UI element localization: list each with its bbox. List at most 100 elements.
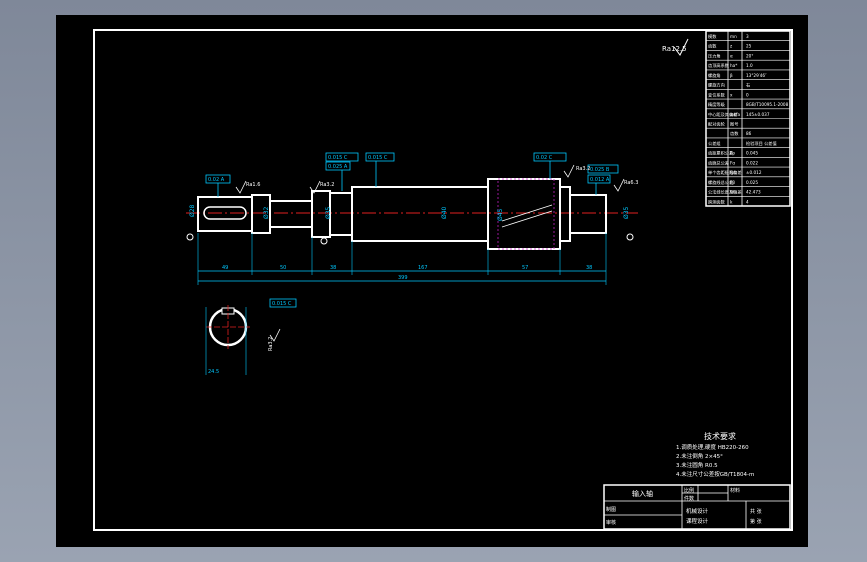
param-value: 0.025 <box>746 180 758 185</box>
param-value: 右 <box>746 82 750 89</box>
technical-requirements: 技术要求 1.调质处理,硬度 HB220-260 2.未注倒角 2×45° 3.… <box>676 431 754 478</box>
param-symbol: k <box>730 199 733 204</box>
title-checked-label: 审核 <box>606 519 616 526</box>
param-symbol: ha* <box>730 63 737 68</box>
tol-frame-5: 0.02 C <box>536 155 553 161</box>
param-label: 跨测齿数 <box>708 198 726 205</box>
param-symbol: 齿数 <box>730 130 739 137</box>
tolerance-frames: 0.02 A 0.015 C 0.025 A 0.015 C 0.02 C 0.… <box>205 152 619 197</box>
param-label: 模数 <box>708 33 717 40</box>
title-part-name: 输入轴 <box>632 489 653 498</box>
tol-frame-1: 0.02 A <box>208 177 225 183</box>
param-label: 螺旋方向 <box>708 82 725 89</box>
dia-label-5: Ø45 <box>497 208 504 221</box>
param-value: 86 <box>746 131 752 136</box>
dia-label-6: Ø35 <box>623 206 630 219</box>
dim-seg2: 50 <box>280 265 286 271</box>
param-symbol: fpt <box>730 170 736 175</box>
param-rows: 模数 mn 3 齿数 z 25 压力角 α 20° 齿顶高系数 ha* 1.0 螺旋角 β 13°29′46… <box>706 33 790 205</box>
param-label: 压力角 <box>708 52 721 59</box>
param-value: 0.045 <box>746 151 758 156</box>
section-view: 0.015 C 24.5 Ra3.2 <box>205 298 297 375</box>
dim-total: 399 <box>398 275 408 281</box>
title-design-label: 课程设计 <box>686 517 709 525</box>
title-sheet-label: 共 张 <box>750 508 762 515</box>
dim-seg6: 38 <box>586 265 592 271</box>
tech-req-heading: 技术要求 <box>704 431 736 441</box>
drawing-canvas: 模数 mn 3 齿数 z 25 压力角 α 20° 齿顶高系数 ha* 1.0 螺旋角 β 13°29′46… <box>93 29 793 531</box>
param-symbol: a±fa <box>730 112 741 117</box>
param-value: 13°29′46″ <box>746 73 767 78</box>
param-label: 单个齿距极限偏差 <box>708 169 742 176</box>
param-label: 螺旋角 <box>708 72 721 79</box>
param-value: ±0.012 <box>746 170 762 175</box>
param-label: 齿顶高系数 <box>708 62 730 69</box>
param-symbol: Fα <box>730 160 735 165</box>
param-symbol: Fp <box>730 151 735 156</box>
title-scale-label: 比例 <box>684 487 694 494</box>
param-label: 精度等级 <box>708 101 726 108</box>
title-school: 机械设计 <box>686 507 709 515</box>
tol-frame-2: 0.015 C <box>328 155 348 161</box>
param-value: 8GB/T10095.1-2008 <box>746 102 789 107</box>
param-value: 检验项目 公差值 <box>746 140 777 147</box>
general-roughness-symbol: Ra12.5 <box>662 38 689 56</box>
param-symbol: mn <box>730 34 737 39</box>
dim-seg4: 167 <box>418 265 428 271</box>
param-symbol: β <box>730 73 733 78</box>
param-label: 齿数 <box>708 43 717 50</box>
param-value: 20° <box>746 53 753 58</box>
tech-req-2: 2.未注倒角 2×45° <box>676 452 723 460</box>
rough-2: Ra3.2 <box>320 182 334 188</box>
title-block: 输入轴 比例 件数 材料 制图 审核 机械设计 课程设计 共 张 第 张 <box>603 484 791 530</box>
rough-3: Ra3.2 <box>576 166 590 172</box>
param-symbol: x <box>730 92 733 97</box>
tol-frame-7: 0.012 A <box>590 177 610 183</box>
shaft-outline <box>197 178 607 250</box>
param-symbol: 图号 <box>730 122 738 128</box>
general-roughness-label: Ra12.5 <box>662 45 687 53</box>
section-rough: Ra3.2 <box>268 337 274 351</box>
section-tol: 0.015 C <box>272 301 292 307</box>
param-label: 公差组 <box>708 140 721 146</box>
tol-frame-4: 0.015 C <box>368 155 388 161</box>
title-material-label: 材料 <box>730 487 740 494</box>
param-value: 42.473 <box>746 190 761 195</box>
param-value: 145±0.037 <box>746 112 770 117</box>
param-symbol: z <box>730 44 733 49</box>
tol-frame-3: 0.025 A <box>328 164 348 170</box>
cad-viewport: 模数 mn 3 齿数 z 25 压力角 α 20° 齿顶高系数 ha* 1.0 螺旋角 β 13°29′46… <box>0 0 867 562</box>
param-label: 变位系数 <box>708 91 726 98</box>
tol-frame-6: 0.025 B <box>590 167 610 173</box>
dia-label-3: Ø35 <box>325 206 332 219</box>
rough-1: Ra1.6 <box>246 182 260 188</box>
title-drawn-label: 制图 <box>606 506 616 513</box>
dia-label-4: Ø40 <box>441 206 448 219</box>
rough-4: Ra6.3 <box>624 180 638 186</box>
param-label: 配对齿轮 <box>708 121 726 128</box>
datum-markers <box>186 233 634 245</box>
param-value: 1.0 <box>746 63 753 68</box>
title-qty-label: 件数 <box>684 495 694 502</box>
tech-req-4: 4.未注尺寸公差按GB/T1804-m <box>676 470 754 478</box>
param-symbol: α <box>730 53 733 58</box>
param-label: 公法线长度及偏差 <box>708 189 742 196</box>
param-label: 齿廓总公差 <box>708 159 729 166</box>
param-value: 3 <box>746 34 749 39</box>
dia-label-1: Ø28 <box>189 204 196 217</box>
dim-seg3: 38 <box>330 265 336 271</box>
drawing-sheet: 模数 mn 3 齿数 z 25 压力角 α 20° 齿顶高系数 ha* 1.0 螺旋角 β 13°29′46… <box>56 15 808 547</box>
param-symbol: Fβ <box>730 180 735 185</box>
dia-label-2: Ø32 <box>263 206 270 219</box>
tech-req-1: 1.调质处理,硬度 HB220-260 <box>676 443 749 451</box>
dim-seg1: 49 <box>222 265 228 271</box>
param-value: 0.022 <box>746 160 758 165</box>
title-sheet-no: 第 张 <box>750 518 762 525</box>
param-value: 0 <box>746 92 749 97</box>
param-value: 25 <box>746 44 752 49</box>
param-value: 4 <box>746 199 749 204</box>
param-symbol: W <box>730 190 734 195</box>
tech-req-3: 3.未注圆角 R0.5 <box>676 461 718 469</box>
section-dim: 24.5 <box>208 369 219 375</box>
dim-seg5: 57 <box>522 265 528 271</box>
